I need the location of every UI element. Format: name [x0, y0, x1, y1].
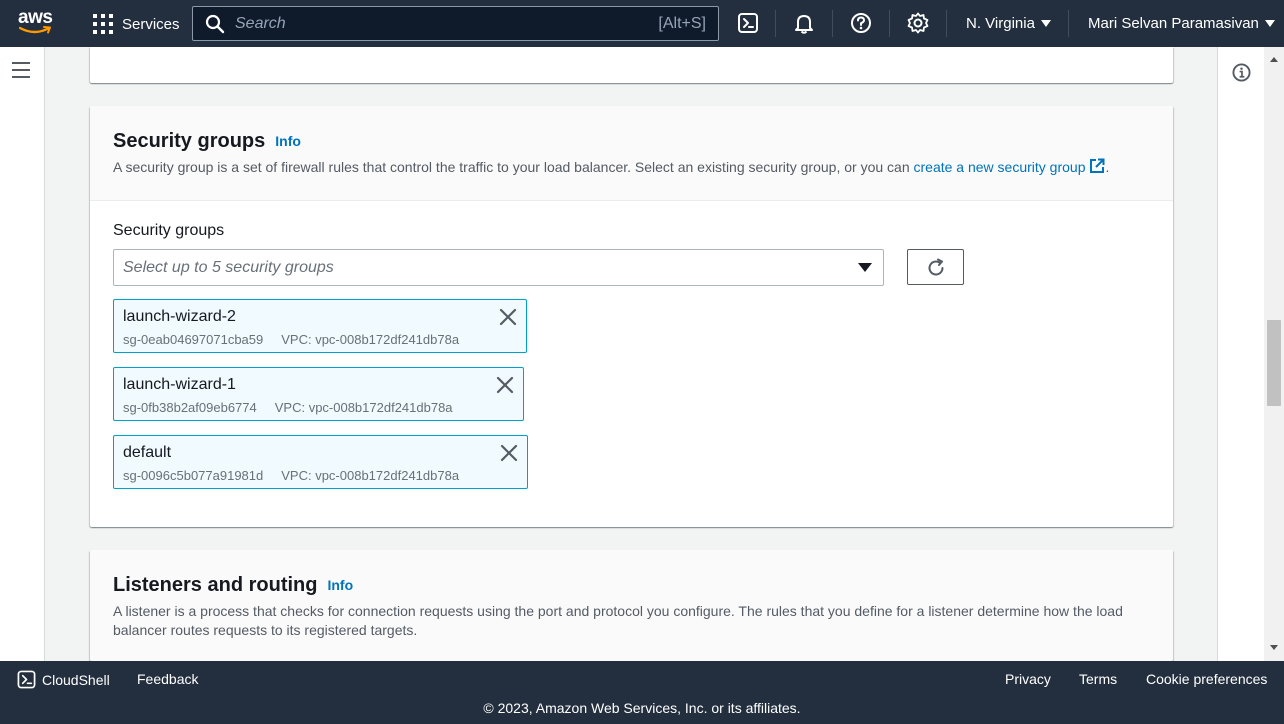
token-id: sg-0eab04697071cba59	[123, 332, 264, 347]
token-name: launch-wizard-1	[123, 376, 236, 393]
help-icon[interactable]	[850, 12, 872, 34]
nav-divider	[889, 10, 890, 37]
cloudshell-icon	[17, 670, 36, 689]
section-description-line-2: balancer routes requests to its register…	[113, 622, 418, 638]
cloudshell-icon[interactable]	[737, 12, 759, 34]
caret-down-icon	[1264, 20, 1275, 27]
copyright: © 2023, Amazon Web Services, Inc. or its…	[483, 700, 801, 716]
listeners-routing-panel: Listeners and routing Info A listener is …	[90, 550, 1173, 661]
token-id: sg-0096c5b077a91981d	[123, 468, 264, 483]
close-icon[interactable]	[499, 308, 517, 326]
security-groups-select[interactable]: Select up to 5 security groups	[113, 249, 884, 286]
account-name: Mari Selvan Paramasivan	[1088, 15, 1259, 32]
token-vpc: VPC: vpc-008b172df241db78a	[281, 468, 460, 483]
info-link[interactable]: Info	[327, 577, 353, 593]
menu-icon[interactable]	[12, 62, 30, 78]
section-description-line-1: A listener is a process that checks for …	[113, 603, 1123, 619]
search-input[interactable]: Search [Alt+S]	[192, 6, 719, 41]
bell-icon[interactable]	[793, 12, 815, 34]
info-link[interactable]: Info	[275, 133, 301, 149]
security-groups-panel: Security groups Info A security group is …	[90, 106, 1173, 527]
footer: CloudShell Feedback Privacy Terms Cookie…	[0, 661, 1284, 724]
cookie-preferences-link[interactable]: Cookie preferences	[1146, 671, 1267, 687]
external-link-icon	[1090, 158, 1105, 173]
create-security-group-link-text: create a new security group	[913, 159, 1086, 175]
nav-divider	[832, 10, 833, 37]
security-group-token: default sg-0096c5b077a91981d VPC: vpc-008…	[113, 435, 528, 489]
cloudshell-label: CloudShell	[42, 671, 110, 688]
token-details: sg-0096c5b077a91981d VPC: vpc-008b172df24…	[123, 468, 459, 483]
refresh-icon	[928, 258, 944, 276]
grid-icon	[93, 14, 113, 34]
section-description: A security group is a set of firewall ru…	[113, 158, 1109, 177]
scroll-up-arrow-icon[interactable]	[1270, 57, 1278, 62]
services-menu-button[interactable]: Services	[93, 14, 180, 34]
select-placeholder: Select up to 5 security groups	[123, 258, 334, 276]
caret-down-icon	[858, 263, 872, 272]
token-vpc: VPC: vpc-008b172df241db78a	[274, 400, 453, 415]
create-security-group-link[interactable]: create a new security group	[913, 158, 1106, 175]
cloudshell-button[interactable]: CloudShell	[17, 670, 110, 689]
nav-divider	[1068, 10, 1069, 37]
security-group-token: launch-wizard-1 sg-0fb38b2af09eb6774 VPC:…	[113, 367, 524, 421]
settings-icon[interactable]	[907, 12, 929, 34]
listeners-routing-title: Listeners and routing	[113, 574, 318, 596]
search-placeholder: Search	[235, 14, 286, 32]
token-name: default	[123, 444, 172, 461]
description-end: .	[1105, 159, 1110, 175]
aws-logo[interactable]: aws	[18, 8, 58, 38]
services-label: Services	[122, 15, 180, 33]
section-title: Security groups Info	[113, 130, 301, 153]
token-vpc: VPC: vpc-008b172df241db78a	[281, 332, 460, 347]
nav-divider	[775, 10, 776, 37]
privacy-link[interactable]: Privacy	[1005, 671, 1051, 687]
security-groups-header: Security groups Info A security group is …	[90, 106, 1173, 201]
scroll-thumb[interactable]	[1267, 320, 1281, 406]
close-icon[interactable]	[496, 376, 514, 394]
page-scrollbar[interactable]	[1264, 47, 1284, 661]
scroll-down-arrow-icon[interactable]	[1270, 645, 1278, 650]
security-group-token: launch-wizard-2 sg-0eab04697071cba59 VPC:…	[113, 299, 527, 353]
terms-link[interactable]: Terms	[1079, 671, 1117, 687]
left-rail	[0, 47, 45, 661]
region-selector[interactable]: N. Virginia	[966, 15, 1051, 32]
region-label: N. Virginia	[966, 15, 1035, 32]
info-panel-icon[interactable]	[1232, 63, 1251, 82]
feedback-link[interactable]: Feedback	[137, 671, 198, 687]
description-text: A security group is a set of firewall ru…	[113, 159, 914, 175]
token-name: launch-wizard-2	[123, 308, 236, 325]
close-icon[interactable]	[500, 444, 518, 462]
section-title: Listeners and routing Info	[113, 574, 353, 597]
token-details: sg-0fb38b2af09eb6774 VPC: vpc-008b172df24…	[123, 400, 453, 415]
account-menu[interactable]: Mari Selvan Paramasivan	[1088, 15, 1275, 32]
right-rail	[1217, 47, 1264, 661]
token-id: sg-0fb38b2af09eb6774	[123, 400, 257, 415]
nav-divider	[946, 10, 947, 37]
refresh-button[interactable]	[907, 249, 964, 285]
search-shortcut: [Alt+S]	[658, 14, 706, 32]
aws-smile-icon	[19, 26, 51, 34]
previous-panel	[90, 47, 1173, 83]
top-nav: aws Services Search [Alt+S] N. Virginia …	[0, 0, 1284, 47]
security-groups-title: Security groups	[113, 130, 266, 152]
listeners-routing-header: Listeners and routing Info A listener is …	[90, 550, 1173, 661]
search-icon	[205, 14, 225, 33]
security-groups-field-label: Security groups	[113, 222, 225, 239]
token-details: sg-0eab04697071cba59 VPC: vpc-008b172df24…	[123, 332, 459, 347]
caret-down-icon	[1040, 20, 1051, 27]
